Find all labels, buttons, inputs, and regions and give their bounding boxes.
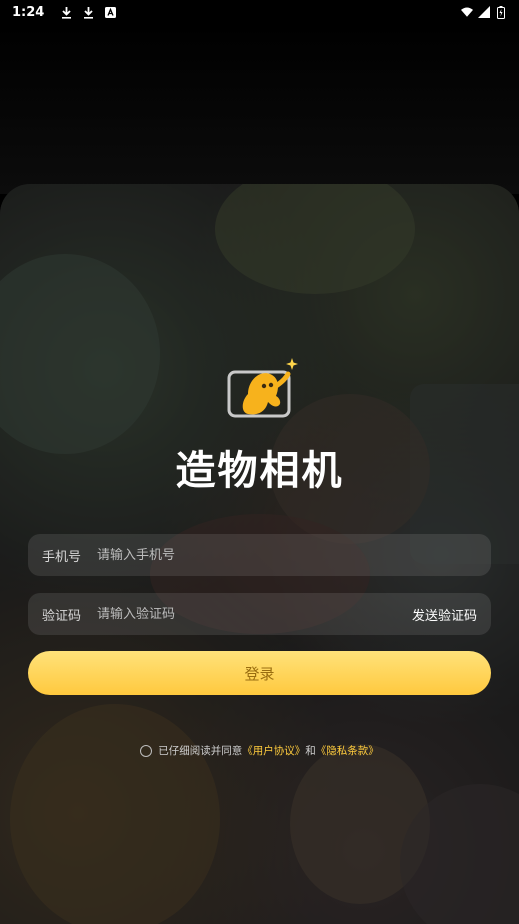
agreement-prefix: 已仔细阅读并同意 — [158, 745, 243, 757]
verification-code-input[interactable] — [97, 606, 412, 622]
status-time: 1:24 — [12, 4, 45, 20]
app-notification-icon — [104, 5, 116, 19]
login-content: 造物相机 手机号 验证码 发送验证码 登录 已仔细阅读并同意《用户协议》和《隐私… — [0, 184, 519, 924]
app-title: 造物相机 — [175, 448, 344, 494]
download-icon — [82, 5, 94, 19]
wifi-icon — [461, 5, 473, 19]
status-left: 1:24 — [12, 5, 116, 20]
phone-field[interactable]: 手机号 — [28, 534, 491, 576]
signal-icon — [478, 5, 490, 19]
status-right — [461, 5, 507, 19]
agreement-text: 已仔细阅读并同意《用户协议》和《隐私条款》 — [158, 743, 379, 758]
phone-label: 手机号 — [42, 549, 82, 565]
mascot-camera-logo-icon — [227, 358, 298, 418]
phone-input[interactable] — [97, 547, 477, 563]
agreement-joiner: 和 — [305, 745, 316, 757]
top-background — [0, 24, 519, 194]
download-icon — [60, 5, 72, 19]
status-bar: 1:24 — [0, 0, 519, 24]
verification-code-label: 验证码 — [42, 608, 82, 624]
verification-code-field[interactable]: 验证码 发送验证码 — [28, 593, 491, 635]
app-logo — [226, 356, 298, 420]
agreement-checkbox[interactable] — [140, 744, 153, 757]
agreement-row: 已仔细阅读并同意《用户协议》和《隐私条款》 — [0, 743, 519, 758]
login-sheet: 造物相机 手机号 验证码 发送验证码 登录 已仔细阅读并同意《用户协议》和《隐私… — [0, 184, 519, 924]
login-button[interactable]: 登录 — [28, 651, 491, 695]
battery-icon — [495, 5, 507, 19]
send-code-button[interactable]: 发送验证码 — [412, 605, 477, 624]
user-agreement-link[interactable]: 《用户协议》 — [242, 745, 305, 757]
privacy-policy-link[interactable]: 《隐私条款》 — [316, 745, 379, 757]
